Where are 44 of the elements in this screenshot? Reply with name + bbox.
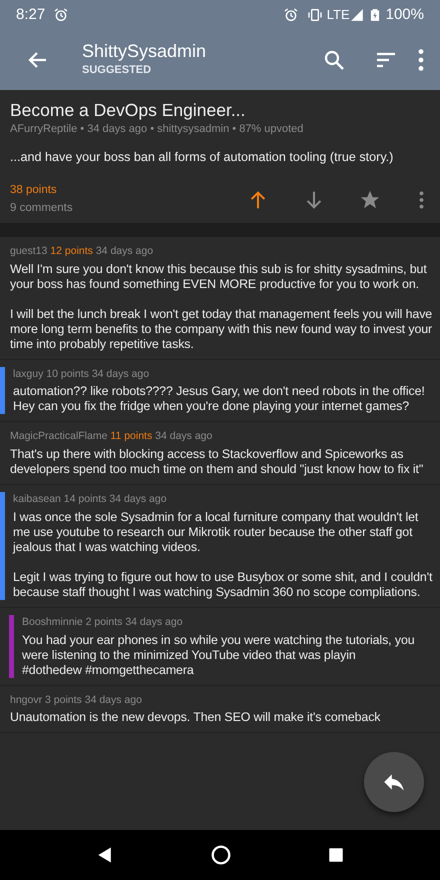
comment-points: 10 points — [46, 368, 89, 380]
comment-age: 34 days ago — [84, 694, 142, 706]
comment-points: 14 points — [64, 493, 106, 506]
comment-points: 3 points — [45, 694, 82, 706]
comment-age: 34 days ago — [109, 493, 167, 506]
vibrate-icon — [306, 7, 323, 23]
clock-text: 8:27 — [16, 4, 46, 25]
comment-text: You had your ear phones in so while you were watching the tutorials, you were listening to the minimized YouTube video that was playin #dothedew #momgetthecamera — [22, 632, 416, 678]
comment-text: automation?? like robots???? Jesus Gary, we don't need robots in the office! Hey can you fix the fridge when you're done playing your internet games? — [13, 384, 426, 414]
comment-text: Well I'm sure you don't know this because this sub is for shitty sysadmins, but your boss has found something EVEN MORE productive for you to work on. I will bet the lunch break I won't get today that management feels you will have more long term benefits to the company with this new found way to invest your time into probably repetitive tasks. — [10, 262, 434, 352]
more-vertical-icon — [418, 48, 424, 72]
app-subtitle: SUGGESTED — [82, 62, 152, 78]
app-title: ShittySysadmin — [82, 42, 208, 62]
comments-count: 9 comments — [10, 200, 74, 216]
alarm-icon — [282, 7, 299, 23]
star-icon — [359, 188, 381, 211]
square-icon — [326, 846, 345, 864]
comment-age: 34 days ago — [92, 368, 150, 380]
home-circle-icon — [210, 844, 232, 866]
comment-age: 34 days ago — [155, 430, 212, 442]
battery-text: 100% — [386, 4, 424, 25]
comment-points: 2 points — [86, 616, 122, 628]
search-icon — [322, 48, 346, 72]
points-text: 38 points — [10, 183, 58, 198]
comment-author: MagicPracticalFlame — [10, 430, 108, 442]
alarm-icon — [53, 7, 70, 23]
post-title: Become a DevOps Engineer... — [10, 100, 246, 121]
comment-age: 34 days ago — [125, 616, 183, 628]
comment-author: Booshminnie — [22, 616, 83, 628]
comment-text: That's up there with blocking access to Stackoverflow and Spiceworks as developers spend too much time on them and should "just know how to fix it" — [10, 447, 424, 478]
comment-text: Unautomation is the new devops. Then SEO will make it's comeback — [10, 710, 382, 726]
comment-text: I was once the sole Sysadmin for a local furniture company that wouldn't let me use youtube to research our Mikrotik router because the other staff got jealous that I was watching videos. Legit I was trying to figure out how to use Busybox or some shit, and I couldn't because staff thought I was watching Sysadmin 360 no scope compliations. — [13, 510, 434, 600]
more-vertical-icon — [419, 190, 424, 209]
post-body: ...and have your boss ban all forms of automation tooling (true story.) — [10, 148, 394, 166]
comment-points: 12 points — [50, 244, 93, 257]
network-text: LTE — [326, 6, 350, 24]
comment-author: kaibasean — [13, 493, 61, 506]
comment-author: guest13 — [10, 244, 48, 257]
comment-points: 11 points — [110, 430, 152, 442]
comment-author: laxguy — [13, 368, 44, 380]
post-meta: AFurryReptile • 34 days ago • shittysysadmin • 87% upvoted — [10, 122, 304, 137]
comment-age: 34 days ago — [96, 244, 154, 257]
comment-author: hngovr — [10, 694, 42, 706]
signal-icon — [350, 8, 364, 22]
